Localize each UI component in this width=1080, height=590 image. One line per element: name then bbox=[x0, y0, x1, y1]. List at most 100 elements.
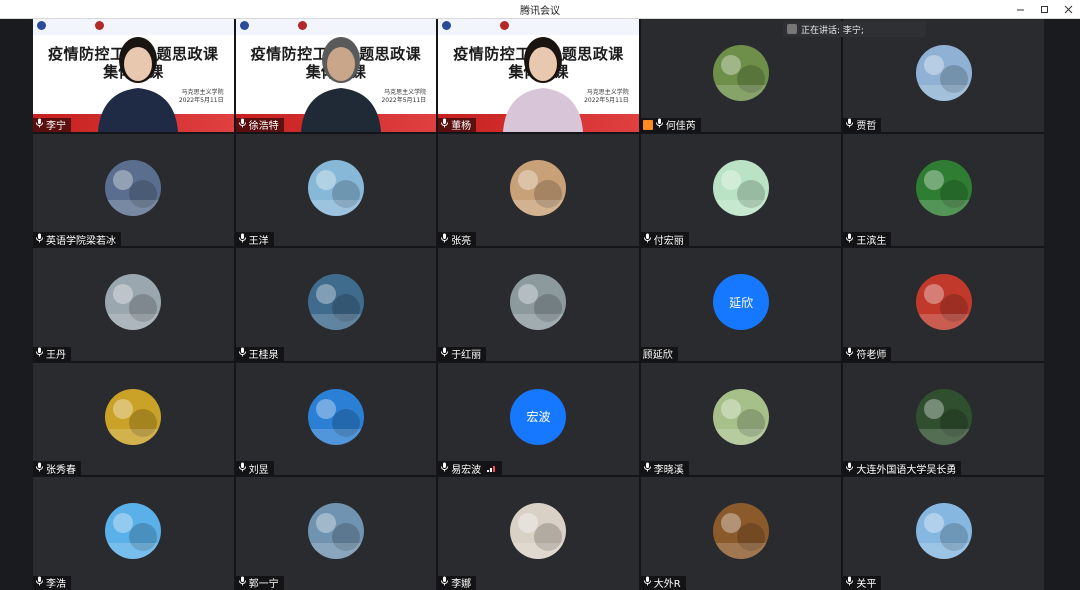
participant-tile[interactable]: 疫情防控工作专题思政课集体备课马克思主义学院2022年5月11日徐浩特 bbox=[235, 19, 437, 132]
microphone-icon bbox=[643, 462, 652, 475]
close-button[interactable] bbox=[1056, 0, 1080, 19]
participant-tile[interactable]: 宏波 易宏波 bbox=[438, 362, 639, 476]
participant-tile[interactable]: 延欣顾延欣 bbox=[640, 248, 842, 361]
participant-name: 郭一宁 bbox=[248, 579, 279, 590]
participant-nametag: 李娜 bbox=[438, 575, 477, 590]
participant-tile[interactable]: 付宏丽 bbox=[640, 133, 842, 247]
microphone-icon bbox=[440, 233, 449, 246]
microphone-icon bbox=[845, 118, 854, 131]
slide-info: 马克思主义学院 2022年5月11日 bbox=[381, 89, 427, 104]
participant-nametag: 李浩 bbox=[33, 575, 71, 590]
microphone-icon bbox=[35, 576, 44, 589]
participant-tile[interactable]: 刘昱 bbox=[235, 362, 437, 476]
participant-tile[interactable]: 李娜 bbox=[438, 477, 639, 590]
heart-sky-photo bbox=[307, 388, 364, 445]
speaking-indicator-label: 正在讲话: 李宁; bbox=[801, 25, 864, 36]
participant-tile[interactable]: 大连外国语大学吴长勇 bbox=[843, 362, 1044, 476]
participant-nametag: 贾哲 bbox=[843, 117, 882, 132]
participant-avatar: 延欣 bbox=[713, 274, 770, 331]
participant-tile[interactable]: 疫情防控工作专题思政课集体备课马克思主义学院2022年5月11日董杨 bbox=[438, 19, 639, 132]
maximize-button[interactable] bbox=[1032, 0, 1056, 19]
participant-name: 刘昱 bbox=[248, 464, 269, 476]
participant-name: 李晓溪 bbox=[653, 464, 684, 476]
participant-name: 符老师 bbox=[856, 350, 887, 361]
plant-photo bbox=[915, 388, 972, 445]
participant-tile[interactable]: 王滨生 bbox=[843, 133, 1044, 247]
participant-nametag: 李宁 bbox=[33, 117, 71, 132]
participant-nametag: 顾延欣 bbox=[640, 346, 678, 361]
participant-nametag: 刘昱 bbox=[235, 461, 274, 476]
cup-photo bbox=[713, 159, 770, 216]
participant-name: 英语学院梁若冰 bbox=[46, 235, 116, 247]
tree-blossom-photo bbox=[915, 45, 972, 102]
participant-tile[interactable]: 张秀春 bbox=[33, 362, 234, 476]
waterfall-photo bbox=[510, 274, 567, 331]
microphone-icon bbox=[35, 462, 44, 475]
participant-nametag: 英语学院梁若冰 bbox=[33, 232, 121, 247]
avatar-initials: 宏波 bbox=[526, 410, 551, 425]
meeting-window: 腾讯会议 疫情防控工作专题思政课集体备课马克思主义学院2022年5月11日李宁疫… bbox=[0, 0, 1080, 590]
slide-info: 马克思主义学院 2022年5月11日 bbox=[178, 89, 224, 104]
participant-name: 何佳芮 bbox=[665, 121, 696, 132]
participant-name: 李浩 bbox=[46, 579, 66, 590]
participant-nametag: 张秀春 bbox=[33, 461, 81, 476]
minimize-button[interactable] bbox=[1008, 0, 1032, 19]
microphone-icon bbox=[845, 576, 854, 589]
participant-nametag: 张亮 bbox=[438, 232, 477, 247]
window-controls bbox=[1008, 0, 1080, 19]
participant-name: 张秀春 bbox=[46, 464, 76, 476]
participant-name: 顾延欣 bbox=[642, 350, 673, 361]
waterfall-photo bbox=[307, 159, 364, 216]
participant-tile[interactable]: 王丹 bbox=[33, 248, 234, 361]
participant-nametag: 王丹 bbox=[33, 346, 71, 361]
participant-name: 大外R bbox=[653, 579, 681, 590]
microphone-icon bbox=[440, 347, 449, 360]
maximize-icon bbox=[1040, 6, 1048, 13]
participant-tile[interactable]: 英语学院梁若冰 bbox=[33, 133, 234, 247]
participant-nametag: 王洋 bbox=[235, 232, 274, 247]
participant-tile[interactable]: 张亮 bbox=[438, 133, 639, 247]
participant-tile[interactable]: 关平 bbox=[843, 477, 1044, 590]
participant-tile[interactable]: 大外R bbox=[640, 477, 842, 590]
microphone-icon bbox=[440, 576, 449, 589]
university-logo-icon bbox=[37, 21, 46, 30]
university-logo-icon bbox=[239, 21, 249, 30]
sea-photo bbox=[307, 503, 364, 560]
participant-video: 疫情防控工作专题思政课集体备课马克思主义学院2022年5月11日 bbox=[438, 19, 639, 132]
participant-name: 张亮 bbox=[451, 235, 472, 247]
participant-name: 大连外国语大学吴长勇 bbox=[856, 464, 957, 476]
participant-tile[interactable]: 于红丽 bbox=[438, 248, 639, 361]
participant-name: 贾哲 bbox=[856, 121, 877, 132]
close-icon bbox=[1064, 5, 1072, 14]
speaking-indicator[interactable]: 正在讲话: 李宁; bbox=[783, 21, 926, 37]
participant-nametag: 董杨 bbox=[438, 117, 477, 132]
microphone-icon bbox=[238, 118, 247, 131]
participant-video: 疫情防控工作专题思政课集体备课马克思主义学院2022年5月11日 bbox=[235, 19, 437, 132]
participant-nametag: 符老师 bbox=[843, 346, 892, 361]
participant-name: 李宁 bbox=[46, 121, 66, 132]
participant-tile[interactable]: 疫情防控工作专题思政课集体备课马克思主义学院2022年5月11日李宁 bbox=[33, 19, 234, 132]
participant-tile[interactable]: 符老师 bbox=[843, 248, 1044, 361]
blue-flower-photo bbox=[915, 503, 972, 560]
participant-name: 王桂泉 bbox=[248, 350, 279, 361]
participant-tile[interactable]: 李晓溪 bbox=[640, 362, 842, 476]
participant-grid: 疫情防控工作专题思政课集体备课马克思主义学院2022年5月11日李宁 疫情防控工作… bbox=[33, 19, 1044, 590]
microphone-icon bbox=[845, 233, 854, 246]
participant-tile[interactable]: 李浩 bbox=[33, 477, 234, 590]
participant-nametag: 大外R bbox=[640, 575, 686, 590]
presenter-figure bbox=[98, 36, 178, 132]
ice-photo bbox=[307, 274, 364, 331]
microphone-icon bbox=[238, 347, 247, 360]
microphone-icon bbox=[845, 347, 854, 360]
flower-photo bbox=[105, 388, 162, 445]
presenter-figure bbox=[503, 36, 584, 132]
participant-tile[interactable]: 王洋 bbox=[235, 133, 437, 247]
window-title: 腾讯会议 bbox=[520, 6, 560, 17]
participant-tile[interactable]: 郭一宁 bbox=[235, 477, 437, 590]
title-bar[interactable]: 腾讯会议 bbox=[0, 0, 1080, 19]
lake-photo bbox=[105, 274, 162, 331]
signal-strength-icon bbox=[487, 466, 496, 473]
participant-name: 于红丽 bbox=[451, 350, 482, 361]
microphone-icon bbox=[845, 462, 854, 475]
participant-tile[interactable]: 王桂泉 bbox=[235, 248, 437, 361]
